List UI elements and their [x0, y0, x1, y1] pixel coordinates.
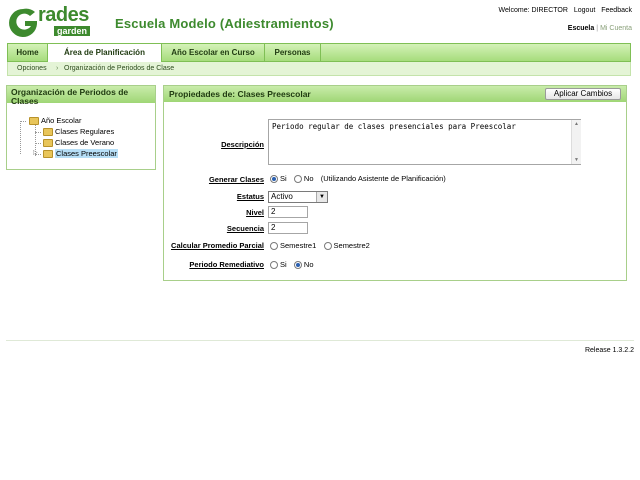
properties-panel: Propiedades de: Clases Preescolar Aplica…: [163, 85, 627, 281]
semestre1-radio[interactable]: [270, 241, 278, 250]
logout-link[interactable]: Logout: [574, 7, 595, 14]
secuencia-label: Secuencia: [226, 224, 264, 233]
promedio-parcial-options: Semestre1 Semestre2: [270, 241, 375, 250]
gradesgarden-logo[interactable]: rades garden: [6, 4, 106, 40]
apply-changes-button[interactable]: Aplicar Cambios: [545, 88, 621, 100]
breadcrumb-separator: ›: [56, 65, 59, 72]
breadcrumb-current: Organización de Periodos de Clase: [64, 65, 175, 72]
panel-title: Organización de Periodos de Clases: [7, 86, 155, 106]
estatus-label: Estatus: [236, 192, 264, 201]
breadcrumb-opciones[interactable]: Opciones: [17, 62, 47, 75]
properties-title: Propiedades de: Clases Preescolar: [169, 89, 311, 99]
tab-ano-escolar[interactable]: Año Escolar en Curso: [162, 44, 265, 61]
nivel-label: Nivel: [246, 208, 264, 217]
nivel-input[interactable]: 2: [268, 206, 308, 218]
scroll-down-icon[interactable]: ▼: [572, 156, 581, 164]
folder-icon: [43, 128, 53, 137]
dropdown-arrow-icon[interactable]: ▼: [316, 192, 327, 202]
context-mi-cuenta-link[interactable]: Mi Cuenta: [600, 25, 632, 32]
welcome-text: Welcome: DIRECTOR: [498, 7, 568, 14]
secuencia-input[interactable]: 2: [268, 222, 308, 234]
generar-clases-label: Generar Clases: [208, 175, 264, 184]
remediativo-no-radio[interactable]: [293, 260, 302, 269]
context-switcher: Escuela | Mi Cuenta: [568, 25, 632, 32]
tree-node-root[interactable]: Año Escolar: [29, 115, 81, 126]
estatus-select[interactable]: Activo ▼: [268, 191, 328, 203]
tree-node-preescolar[interactable]: Clases Preescolar: [43, 148, 118, 159]
folder-icon: [43, 150, 53, 159]
semestre2-radio[interactable]: [323, 241, 332, 250]
breadcrumb: Opciones › Organización de Periodos de C…: [7, 62, 631, 76]
remediativo-si-radio[interactable]: [270, 260, 278, 269]
release-version: Release 1.3.2.2: [584, 347, 634, 354]
generar-clases-options: Si No (Utilizando Asistente de Planifica…: [270, 174, 451, 183]
generar-no-radio[interactable]: [293, 174, 302, 183]
feedback-link[interactable]: Feedback: [601, 7, 632, 14]
periodo-remediativo-options: Si No: [270, 260, 319, 269]
footer-divider: [6, 340, 634, 341]
folder-icon: [43, 139, 53, 148]
context-separator: |: [596, 25, 599, 32]
folder-open-icon: [29, 117, 39, 126]
descripcion-label: Descripción: [221, 140, 264, 149]
generar-si-radio[interactable]: [270, 174, 278, 183]
generar-note: (Utilizando Asistente de Planificación): [320, 174, 446, 184]
tree-node-verano[interactable]: Clases de Verano: [43, 137, 114, 148]
tab-area-planificacion[interactable]: Área de Planificación: [48, 44, 162, 62]
descripcion-wrap: Periodo regular de clases presenciales p…: [268, 119, 581, 165]
scroll-up-icon[interactable]: ▲: [572, 120, 581, 128]
estatus-value: Activo: [271, 192, 293, 201]
tree-node-regulares[interactable]: Clases Regulares: [43, 126, 114, 137]
school-title: Escuela Modelo (Adiestramientos): [115, 16, 334, 31]
textarea-scrollbar[interactable]: ▲ ▼: [571, 120, 581, 164]
periodo-remediativo-label: Periodo Remediativo: [189, 260, 264, 269]
logo-text: rades: [38, 4, 89, 26]
user-links: Welcome: DIRECTOR Logout Feedback: [495, 7, 632, 14]
properties-header: Propiedades de: Clases Preescolar Aplica…: [164, 86, 626, 102]
descripcion-textarea[interactable]: Periodo regular de clases presenciales p…: [268, 119, 581, 165]
promedio-parcial-label: Calcular Promedio Parcial: [171, 241, 264, 250]
tab-personas[interactable]: Personas: [265, 44, 321, 61]
main-nav: Home Área de Planificación Año Escolar e…: [7, 43, 631, 62]
context-escuela-link[interactable]: Escuela: [568, 25, 594, 32]
logo-subtext: garden: [54, 26, 91, 36]
periods-tree-panel: Organización de Periodos de Clases Año E…: [6, 85, 156, 170]
tab-home[interactable]: Home: [8, 44, 48, 61]
expand-arrow-icon[interactable]: ▷: [33, 148, 38, 159]
